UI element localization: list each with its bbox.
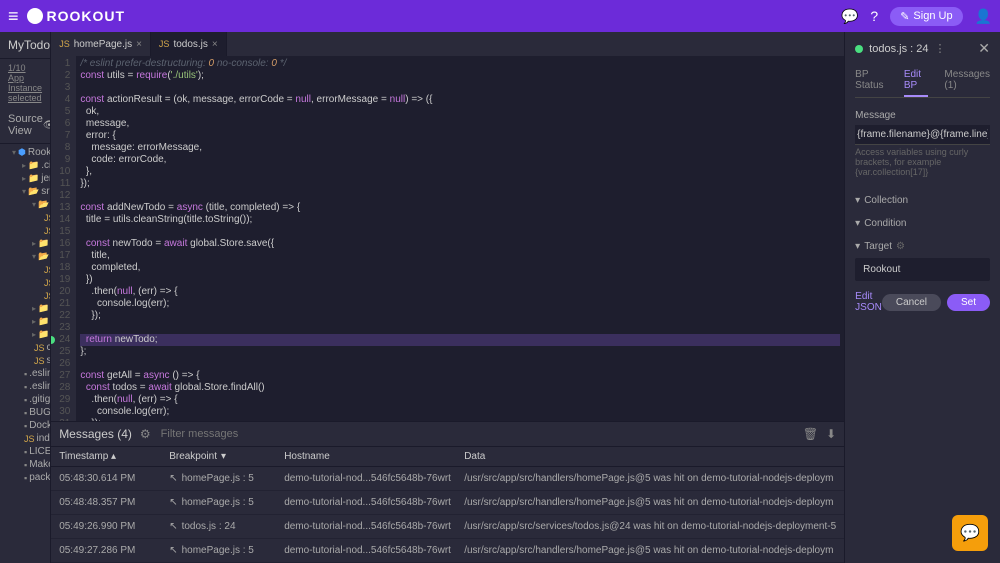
tree-item[interactable]: ▪ BUGHUNT.md — [0, 406, 50, 419]
logo-icon — [27, 8, 43, 24]
chevron-down-icon: ▾ — [855, 195, 860, 206]
source-view-header[interactable]: Source View 👁 🔍 — [0, 107, 50, 144]
tree-item[interactable]: ▾📂 services — [0, 250, 50, 263]
logo: ROOKOUT — [27, 8, 126, 24]
bp-tab[interactable]: Messages (1) — [944, 65, 990, 97]
arrow-icon: ↖ — [169, 521, 177, 532]
sidebar: MyTodoApp▾ 1/10 App Instance selected So… — [0, 32, 51, 563]
file-tree: ▾⬢ Rookout/tutorial-nodejs:master ▸📁 .ci… — [0, 144, 50, 563]
gear-icon[interactable]: ⚙ — [896, 241, 905, 252]
tree-item[interactable]: ▾📂 src — [0, 185, 50, 198]
bp-tabs: BP Status Edit BP Messages (1) — [855, 65, 990, 98]
tree-item[interactable]: ▸📁 static — [0, 302, 50, 315]
arrow-icon: ↖ — [169, 497, 177, 508]
status-dot-icon — [855, 45, 863, 53]
tree-item[interactable]: ▪ package-lock.json — [0, 471, 50, 484]
close-icon[interactable]: ✕ — [978, 40, 990, 57]
more-icon[interactable]: ⋮ — [935, 42, 946, 55]
gear-icon[interactable]: ⚙ — [140, 427, 151, 441]
target-value: Rookout — [855, 258, 990, 281]
bp-tab[interactable]: BP Status — [855, 65, 888, 97]
editor-tabs: JS homePage.js ×JS todos.js × — [51, 32, 844, 56]
tree-item[interactable]: JS getTodosByFilter.js — [0, 263, 50, 276]
delete-icon[interactable]: 🗑 — [803, 427, 818, 441]
download-icon[interactable]: ⬇ — [826, 427, 836, 441]
editor-tab[interactable]: JS todos.js × — [151, 32, 227, 56]
message-hint: Access variables using curly brackets, f… — [855, 147, 990, 177]
topbar: ≡ ROOKOUT 💬 ? ✎ Sign Up 👤 — [0, 0, 1000, 32]
editor-tab[interactable]: JS homePage.js × — [51, 32, 151, 56]
tree-item[interactable]: ▪ .eslintrc.json — [0, 380, 50, 393]
tab-close-icon[interactable]: × — [212, 39, 218, 50]
app-selector[interactable]: MyTodoApp▾ — [0, 32, 50, 59]
cancel-button[interactable]: Cancel — [882, 294, 941, 311]
arrow-icon: ↖ — [169, 473, 177, 484]
arrow-icon: ↖ — [169, 545, 177, 556]
chat-icon[interactable]: 💬 — [841, 8, 858, 25]
col-data[interactable]: Data — [464, 451, 836, 462]
instance-link[interactable]: 1/10 App Instance selected — [0, 59, 50, 107]
tree-item[interactable]: ▸📁 routes — [0, 237, 50, 250]
tree-item[interactable]: ▸📁 utils — [0, 328, 50, 341]
tree-item[interactable]: JS actions.js — [0, 211, 50, 224]
tree-item[interactable]: ▪ Makefile — [0, 458, 50, 471]
tree-item[interactable]: JS todos.js — [0, 276, 50, 289]
tree-item[interactable]: JS config.js — [0, 341, 50, 354]
tree-item[interactable]: JS homePage.js — [0, 224, 50, 237]
chevron-down-icon: ▾ — [855, 241, 860, 252]
tree-item[interactable]: ▾📂 handlers — [0, 198, 50, 211]
messages-panel: Messages (4) ⚙ 🗑 ⬇ Timestamp ▴ Breakpoin… — [51, 421, 844, 563]
chat-fab[interactable]: 💬 — [952, 515, 988, 551]
message-row[interactable]: 05:49:27.286 PM↖ homePage.js : 5demo-tut… — [51, 539, 844, 563]
tab-close-icon[interactable]: × — [136, 39, 142, 50]
tree-item[interactable]: ▸📁 templates — [0, 315, 50, 328]
breakpoint-dot-icon[interactable] — [51, 336, 55, 344]
tree-item[interactable]: ▸📁 jenkins — [0, 172, 50, 185]
repo-root[interactable]: ▾⬢ Rookout/tutorial-nodejs:master — [0, 146, 50, 159]
col-breakpoint[interactable]: Breakpoint ▾ — [169, 451, 284, 462]
col-timestamp[interactable]: Timestamp ▴ — [59, 451, 169, 462]
eye-icon[interactable]: 👁 — [43, 120, 51, 131]
messages-header-row: Timestamp ▴ Breakpoint ▾ Hostname Data — [51, 447, 844, 467]
tree-item[interactable]: JS utils.js — [0, 289, 50, 302]
tree-item[interactable]: ▪ .eslintignore — [0, 367, 50, 380]
tree-item[interactable]: JS index.js — [0, 432, 50, 445]
signup-button[interactable]: ✎ Sign Up — [890, 7, 962, 26]
hamburger-icon[interactable]: ≡ — [8, 6, 19, 27]
message-row[interactable]: 05:49:26.990 PM↖ todos.js : 24demo-tutor… — [51, 515, 844, 539]
message-row[interactable]: 05:48:30.614 PM↖ homePage.js : 5demo-tut… — [51, 467, 844, 491]
help-icon[interactable]: ? — [870, 8, 878, 24]
tree-item[interactable]: ▪ .gitignore — [0, 393, 50, 406]
condition-section[interactable]: ▾ Condition — [855, 212, 990, 235]
tree-item[interactable]: ▸📁 .circleci — [0, 159, 50, 172]
tree-item[interactable]: ▪ Dockerfile — [0, 419, 50, 432]
chevron-down-icon: ▾ — [855, 218, 860, 229]
bp-tab[interactable]: Edit BP — [904, 65, 929, 97]
edit-json-link[interactable]: Edit JSON — [855, 291, 882, 313]
message-input[interactable] — [855, 125, 990, 145]
tree-item[interactable]: JS server.js — [0, 354, 50, 367]
tree-item[interactable]: ▪ LICENSE — [0, 445, 50, 458]
breakpoint-panel: todos.js : 24 ⋮ ✕ BP Status Edit BP Messag… — [844, 32, 1000, 563]
set-button[interactable]: Set — [947, 294, 990, 311]
messages-title: Messages (4) — [59, 427, 132, 441]
col-hostname[interactable]: Hostname — [284, 451, 464, 462]
collection-section[interactable]: ▾ Collection — [855, 189, 990, 212]
messages-filter-input[interactable] — [159, 426, 795, 442]
message-row[interactable]: 05:48:48.357 PM↖ homePage.js : 5demo-tut… — [51, 491, 844, 515]
message-label: Message — [855, 110, 990, 121]
user-icon[interactable]: 👤 — [975, 8, 992, 25]
target-section[interactable]: ▾ Target ⚙ — [855, 235, 990, 258]
code-editor[interactable]: 1234567891011121314151617181920212223242… — [51, 56, 844, 421]
bp-panel-title: todos.js : 24 ⋮ — [855, 42, 945, 55]
